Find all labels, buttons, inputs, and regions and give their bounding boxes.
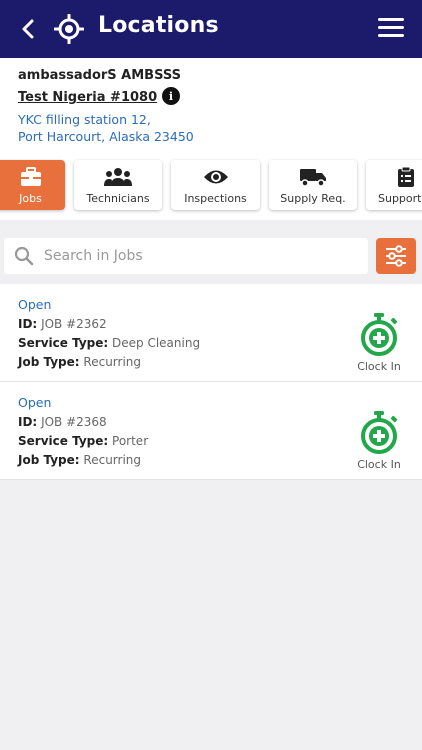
job-id-label: ID:: [18, 317, 38, 331]
app-header: Locations: [0, 0, 422, 58]
hamburger-menu-icon: [378, 18, 404, 21]
info-icon[interactable]: i: [162, 87, 180, 105]
job-type: Job Type: Recurring: [18, 355, 141, 369]
clipboard-icon: [398, 166, 414, 187]
back-button[interactable]: [14, 15, 42, 43]
job-status: Open: [18, 395, 52, 410]
job-type-label: Job Type:: [18, 453, 80, 467]
tab-supply-requests[interactable]: Supply Req.: [269, 160, 357, 210]
clock-in-label: Clock In: [357, 360, 401, 373]
site-name-link[interactable]: Test Nigeria #1080: [18, 90, 157, 105]
users-icon: [104, 167, 132, 186]
job-type-label: Job Type:: [18, 355, 80, 369]
hamburger-line: [378, 26, 404, 29]
job-id: ID: JOB #2368: [18, 415, 107, 429]
service-type-value: Porter: [112, 434, 149, 448]
job-service-type: Service Type: Porter: [18, 434, 148, 448]
menu-button[interactable]: [378, 18, 404, 40]
job-id: ID: JOB #2362: [18, 317, 107, 331]
clock-in-button[interactable]: Clock In: [352, 312, 406, 374]
search-icon: [14, 246, 34, 266]
tab-label: Supply Req.: [280, 191, 346, 205]
eye-icon: [203, 170, 228, 183]
job-type-value: Recurring: [83, 453, 142, 467]
tab-label: Support: [378, 191, 422, 205]
job-card[interactable]: Open ID: JOB #2362 Service Type: Deep Cl…: [0, 284, 422, 382]
job-status: Open: [18, 297, 52, 312]
tab-jobs[interactable]: Jobs: [0, 160, 65, 210]
service-type-value: Deep Cleaning: [112, 336, 201, 350]
crosshair-location-icon: [54, 14, 84, 44]
clock-in-button[interactable]: Clock In: [352, 410, 406, 472]
stopwatch-plus-icon: [361, 411, 398, 454]
job-service-type: Service Type: Deep Cleaning: [18, 336, 200, 350]
search-input[interactable]: [44, 238, 362, 274]
tab-label: Inspections: [184, 191, 247, 205]
page-title: Locations: [98, 13, 219, 38]
sliders-filter-icon: [386, 245, 406, 267]
filter-button[interactable]: [376, 238, 416, 274]
search-box: [4, 238, 368, 274]
address-line-1[interactable]: YKC filling station 12,: [18, 112, 151, 127]
job-list: Open ID: JOB #2362 Service Type: Deep Cl…: [0, 284, 422, 480]
briefcase-icon: [20, 166, 41, 186]
search-bar: [0, 230, 422, 282]
address-line-2[interactable]: Port Harcourt, Alaska 23450: [18, 129, 194, 144]
tab-technicians[interactable]: Technicians: [74, 160, 162, 210]
company-name: ambassadorS AMBSSS: [18, 68, 182, 83]
service-type-label: Service Type:: [18, 336, 109, 350]
job-id-value: JOB #2368: [41, 415, 107, 429]
tab-label: Jobs: [19, 191, 42, 205]
chevron-left-icon: [22, 19, 34, 39]
tab-support[interactable]: Support: [366, 160, 422, 210]
job-id-value: JOB #2362: [41, 317, 107, 331]
location-info: ambassadorS AMBSSS Test Nigeria #1080 i …: [0, 58, 422, 156]
stopwatch-plus-icon: [361, 313, 398, 356]
job-id-label: ID:: [18, 415, 38, 429]
section-tabs: Jobs Technicians Inspections Supply Req.…: [0, 156, 422, 220]
job-card[interactable]: Open ID: JOB #2368 Service Type: Porter …: [0, 382, 422, 480]
job-type-value: Recurring: [83, 355, 142, 369]
truck-icon: [300, 168, 326, 187]
tab-inspections[interactable]: Inspections: [171, 160, 260, 210]
tab-label: Technicians: [86, 191, 150, 205]
job-type: Job Type: Recurring: [18, 453, 141, 467]
hamburger-line: [378, 34, 404, 37]
service-type-label: Service Type:: [18, 434, 109, 448]
clock-in-label: Clock In: [357, 458, 401, 471]
